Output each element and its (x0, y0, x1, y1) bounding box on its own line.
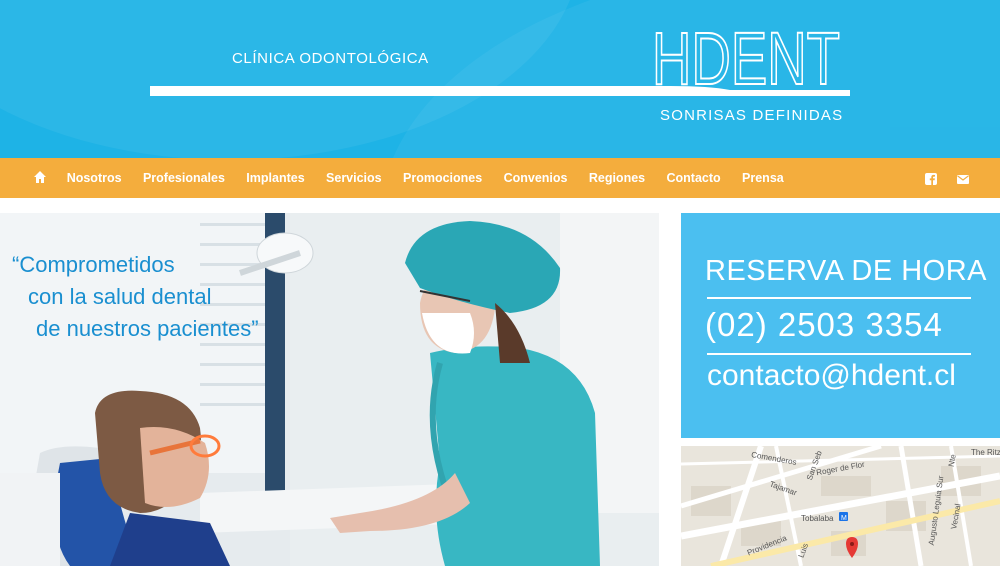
facebook-icon[interactable] (925, 173, 937, 185)
hero-quote: “Comprometidos con la salud dental de nu… (12, 249, 259, 345)
main-navigation: Nosotros Profesionales Implantes Servici… (0, 158, 1000, 198)
site-header: CLÍNICA ODONTOLÓGICA HDENT SONRISAS DEFI… (0, 0, 1000, 158)
nav-item-convenios[interactable]: Convenios (493, 171, 578, 185)
nav-item-promociones[interactable]: Promociones (392, 171, 493, 185)
location-map[interactable]: M Comenderos San Seb Roger de Flor Tajam… (681, 446, 1000, 566)
email-icon[interactable] (957, 173, 969, 185)
email-link[interactable]: contacto@hdent.cl (707, 359, 956, 393)
nav-items: Nosotros Profesionales Implantes Servici… (56, 158, 794, 198)
nav-item-nosotros[interactable]: Nosotros (56, 171, 132, 185)
appointment-title: RESERVA DE HORA (705, 255, 988, 287)
nav-item-implantes[interactable]: Implantes (236, 171, 316, 185)
appointment-box: RESERVA DE HORA (02) 2503 3354 contacto@… (681, 213, 1000, 438)
clinic-label: CLÍNICA ODONTOLÓGICA (232, 50, 429, 67)
nav-item-servicios[interactable]: Servicios (315, 171, 392, 185)
svg-text:M: M (841, 515, 847, 522)
phone-link[interactable]: (02) 2503 3354 (705, 306, 943, 344)
divider (707, 297, 971, 299)
divider (707, 353, 971, 355)
map-label: The Ritz (971, 448, 1000, 457)
hero-quote-line: de nuestros pacientes” (36, 316, 259, 341)
nav-item-prensa[interactable]: Prensa (731, 171, 794, 185)
logo[interactable]: HDENT (652, 12, 852, 92)
map-label: Tobalaba (801, 514, 834, 523)
nav-item-profesionales[interactable]: Profesionales (132, 171, 235, 185)
hero-quote-line: “Comprometidos (12, 252, 175, 277)
hero-banner: “Comprometidos con la salud dental de nu… (0, 213, 659, 566)
tagline: SONRISAS DEFINIDAS (660, 107, 844, 124)
home-icon[interactable] (33, 170, 47, 184)
nav-item-contacto[interactable]: Contacto (656, 171, 732, 185)
hero-quote-line: con la salud dental (28, 284, 212, 309)
nav-item-regiones[interactable]: Regiones (578, 171, 656, 185)
logo-text: HDENT (652, 17, 840, 92)
